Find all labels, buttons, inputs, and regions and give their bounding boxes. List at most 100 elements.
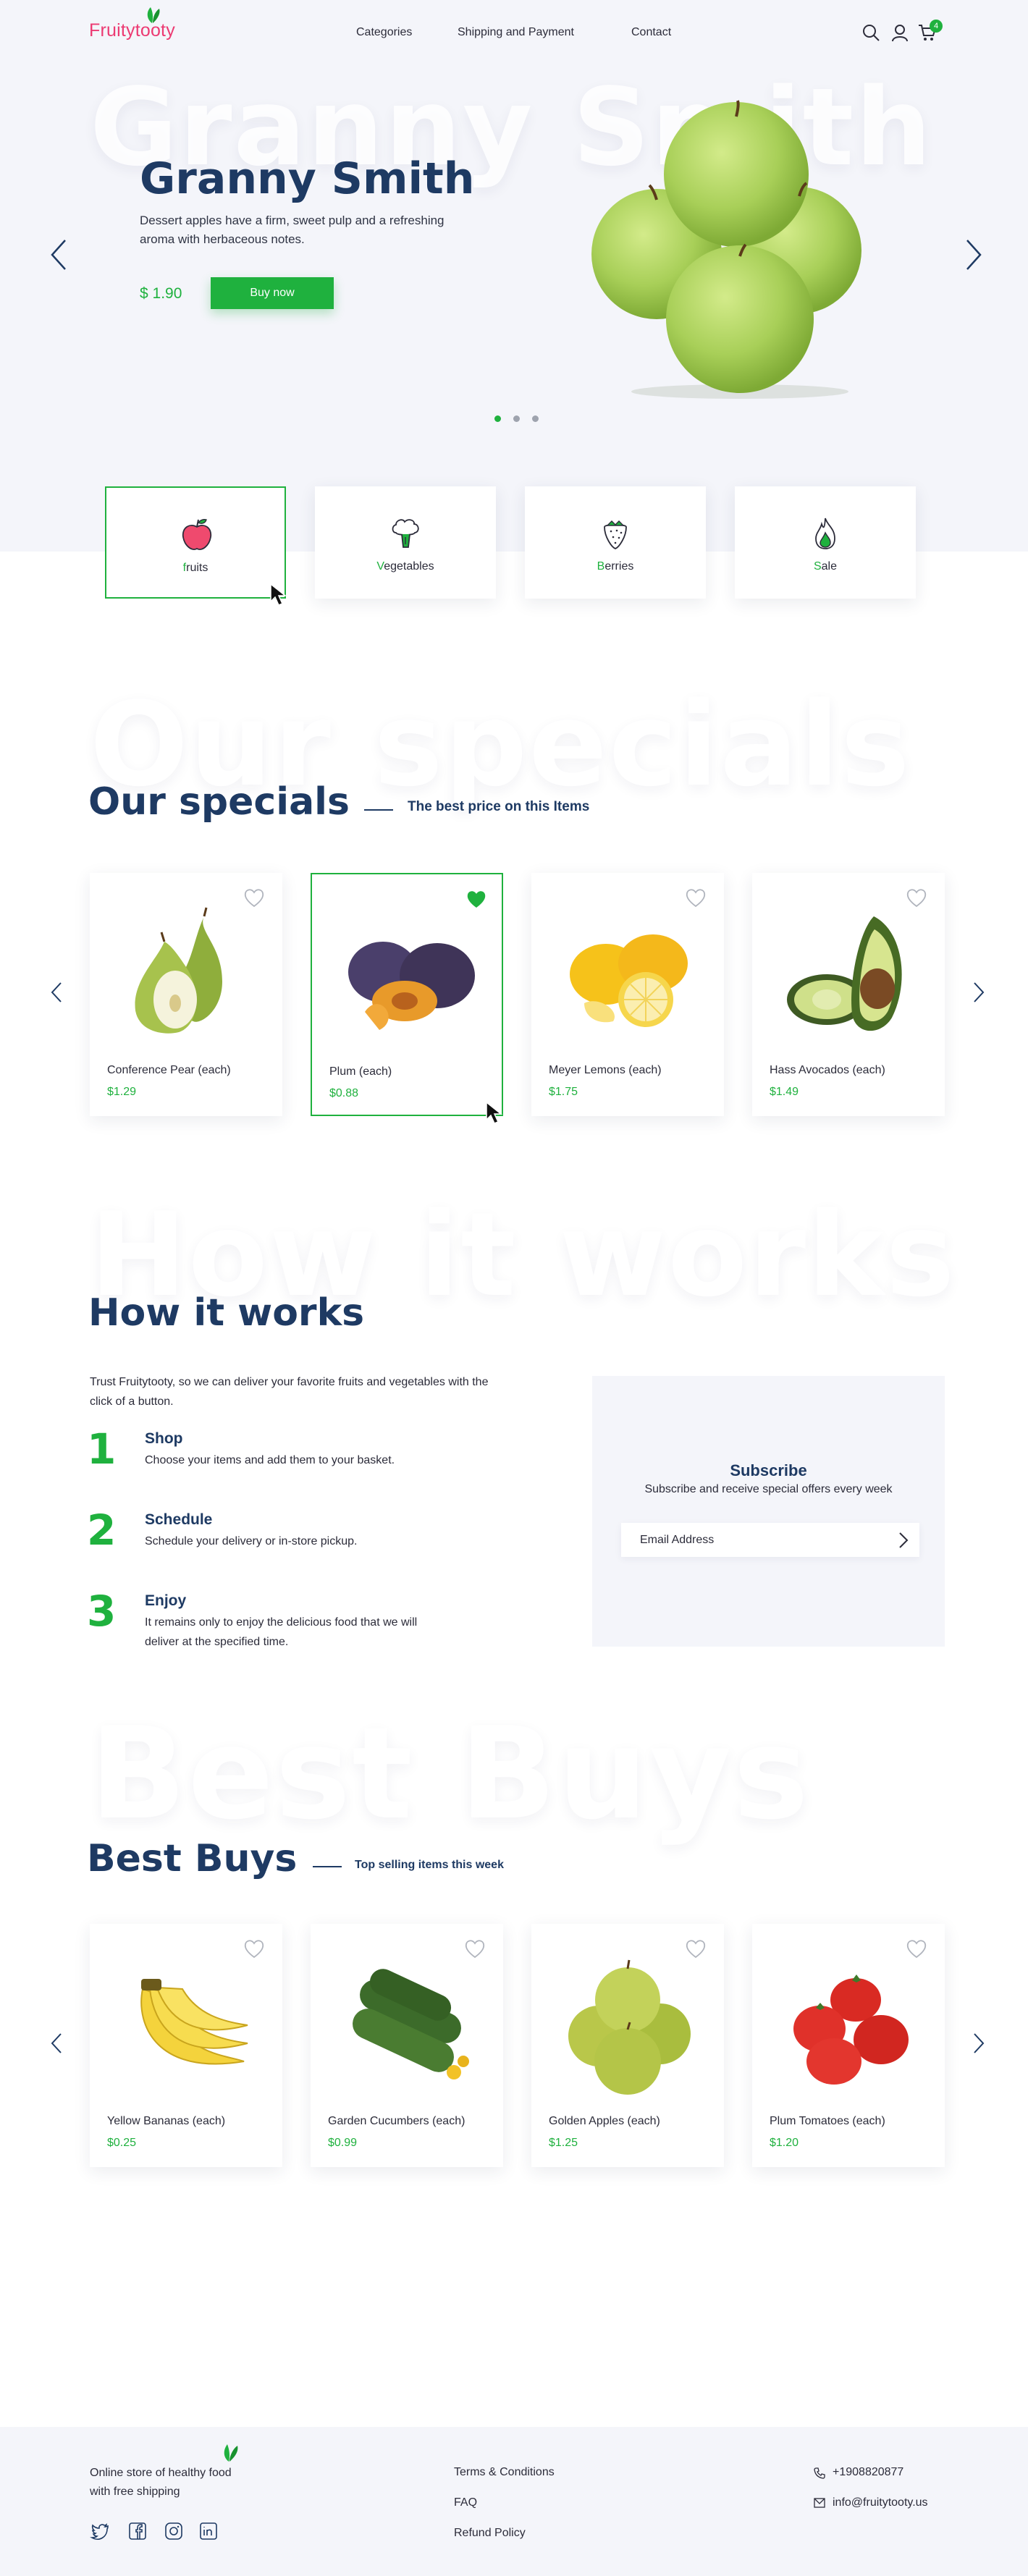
meyer-lemons-image [570, 934, 688, 1027]
category-card-fruits[interactable]: fruits [105, 486, 286, 599]
nav-categories[interactable]: Categories [356, 26, 412, 39]
category-label-sale: Sale [813, 560, 838, 573]
footer-link-refund-policy[interactable]: Refund Policy [454, 2527, 526, 2540]
footer-email[interactable]: info@fruitytooty.us [833, 2496, 928, 2509]
product-price: $1.49 [770, 1086, 799, 1098]
mouse-cursor-icon [270, 583, 287, 606]
category-label-vegetables: Vegetables [376, 560, 434, 573]
specials-prev-arrow-icon[interactable] [49, 981, 64, 1003]
best-ghost-text: Best Buys [90, 1701, 811, 1848]
footer-tagline-line-2: with free shipping [90, 2486, 180, 2498]
product-price: $1.20 [770, 2137, 799, 2149]
step-title: Enjoy [145, 1592, 187, 1609]
carousel-dot-3[interactable] [532, 415, 539, 422]
product-card[interactable]: Hass Avocados (each) $1.49 [752, 873, 945, 1116]
product-card[interactable]: Yellow Bananas (each) $0.25 [90, 1924, 282, 2167]
carousel-dot-1[interactable] [494, 415, 501, 422]
broccoli-icon [392, 519, 419, 548]
page: Fruitytooty Categories Shipping and Paym… [0, 0, 1028, 2576]
product-card[interactable]: Garden Cucumbers (each) $0.99 [311, 1924, 503, 2167]
footer-link-terms[interactable]: Terms & Conditions [454, 2466, 555, 2479]
product-card[interactable]: Golden Apples (each) $1.25 [531, 1924, 724, 2167]
user-icon[interactable] [890, 23, 909, 42]
buy-now-button[interactable]: Buy now [211, 277, 334, 309]
hero-title: Granny Smith [140, 153, 475, 204]
nav-shipping-and-payment[interactable]: Shipping and Payment [458, 26, 574, 39]
conference-pear-image [135, 907, 222, 1034]
subscribe-box: Subscribe Subscribe and receive special … [592, 1376, 945, 1647]
product-card[interactable]: Meyer Lemons (each) $1.75 [531, 873, 724, 1116]
product-price: $0.99 [328, 2137, 358, 2149]
instagram-icon[interactable] [164, 2521, 184, 2541]
product-name: Hass Avocados (each) [770, 1064, 885, 1076]
step-number: 2 [87, 1506, 117, 1555]
product-price: $0.88 [329, 1087, 359, 1099]
category-card-vegetables[interactable]: Vegetables [315, 486, 496, 599]
product-price: $0.25 [107, 2137, 137, 2149]
phone-icon [814, 2467, 825, 2479]
product-name: Golden Apples (each) [549, 2115, 660, 2127]
garden-cucumbers-image [353, 1969, 469, 2079]
product-name: Plum Tomatoes (each) [770, 2115, 885, 2127]
email-field[interactable] [621, 1523, 919, 1557]
best-next-arrow-icon[interactable] [972, 2032, 986, 2054]
linkedin-icon[interactable] [198, 2521, 219, 2541]
mail-icon [814, 2498, 825, 2508]
plum-image [348, 942, 475, 1030]
hero-description: Dessert apples have a firm, sweet pulp a… [140, 214, 445, 246]
step-description: It remains only to enjoy the delicious f… [145, 1616, 418, 1648]
subscribe-title: Subscribe [730, 1461, 807, 1479]
footer: Online store of healthy food with free s… [0, 2427, 1028, 2576]
hero-next-arrow-icon[interactable] [963, 239, 983, 271]
category-label-fruits: fruits [182, 562, 208, 574]
specials-subtitle: The best price on this Items [408, 799, 590, 814]
granny-smith-apples-image [591, 100, 861, 399]
best-divider [313, 1866, 342, 1867]
carousel-dot-2[interactable] [513, 415, 520, 422]
golden-apples-image [568, 1959, 691, 2095]
yellow-bananas-image [140, 1979, 248, 2065]
category-card-berries[interactable]: Berries [525, 486, 706, 599]
product-name: Garden Cucumbers (each) [328, 2115, 465, 2127]
cart-count-badge: 4 [930, 20, 943, 33]
leaf-icon [147, 7, 160, 23]
submit-arrow-icon[interactable] [896, 1531, 911, 1550]
subscribe-description: Subscribe and receive special offers eve… [644, 1483, 893, 1495]
product-name: Meyer Lemons (each) [549, 1064, 662, 1076]
footer-link-faq[interactable]: FAQ [454, 2496, 477, 2509]
hero-prev-arrow-icon[interactable] [49, 239, 69, 271]
specials-title: Our specials [88, 780, 350, 824]
mouse-cursor-icon [486, 1101, 503, 1124]
specials-next-arrow-icon[interactable] [972, 981, 986, 1003]
best-title: Best Buys [87, 1837, 298, 1880]
step-number: 3 [87, 1587, 117, 1636]
header: Fruitytooty Categories Shipping and Paym… [0, 0, 1028, 67]
facebook-icon[interactable] [127, 2521, 148, 2541]
product-price: $1.29 [107, 1086, 137, 1098]
category-label-berries: Berries [597, 560, 634, 573]
product-name: Plum (each) [329, 1065, 392, 1078]
product-name: Yellow Bananas (each) [107, 2115, 226, 2127]
category-card-sale[interactable]: Sale [735, 486, 916, 599]
best-subtitle: Top selling items this week [355, 1859, 504, 1871]
product-name: Conference Pear (each) [107, 1064, 231, 1076]
twitter-icon[interactable] [90, 2521, 110, 2541]
step-description: Schedule your delivery or in-store picku… [145, 1535, 358, 1547]
how-intro: Trust Fruitytooty, so we can deliver you… [90, 1376, 489, 1408]
step-title: Schedule [145, 1511, 213, 1528]
nav-contact[interactable]: Contact [631, 26, 671, 39]
how-title: How it works [88, 1291, 365, 1335]
product-card[interactable]: Plum (each) $0.88 [311, 873, 503, 1116]
footer-phone[interactable]: +1908820877 [833, 2466, 903, 2479]
fire-icon [815, 518, 835, 549]
hass-avocados-image [787, 916, 902, 1031]
apple-icon [182, 518, 212, 550]
product-price: $1.75 [549, 1086, 578, 1098]
step-number: 1 [87, 1424, 117, 1474]
product-card[interactable]: Conference Pear (each) $1.29 [90, 873, 282, 1116]
best-prev-arrow-icon[interactable] [49, 2032, 64, 2054]
logo[interactable]: Fruitytooty [89, 20, 175, 41]
product-card[interactable]: Plum Tomatoes (each) $1.20 [752, 1924, 945, 2167]
footer-tagline-line-1: Online store of healthy food [90, 2467, 232, 2479]
search-icon[interactable] [861, 23, 880, 42]
